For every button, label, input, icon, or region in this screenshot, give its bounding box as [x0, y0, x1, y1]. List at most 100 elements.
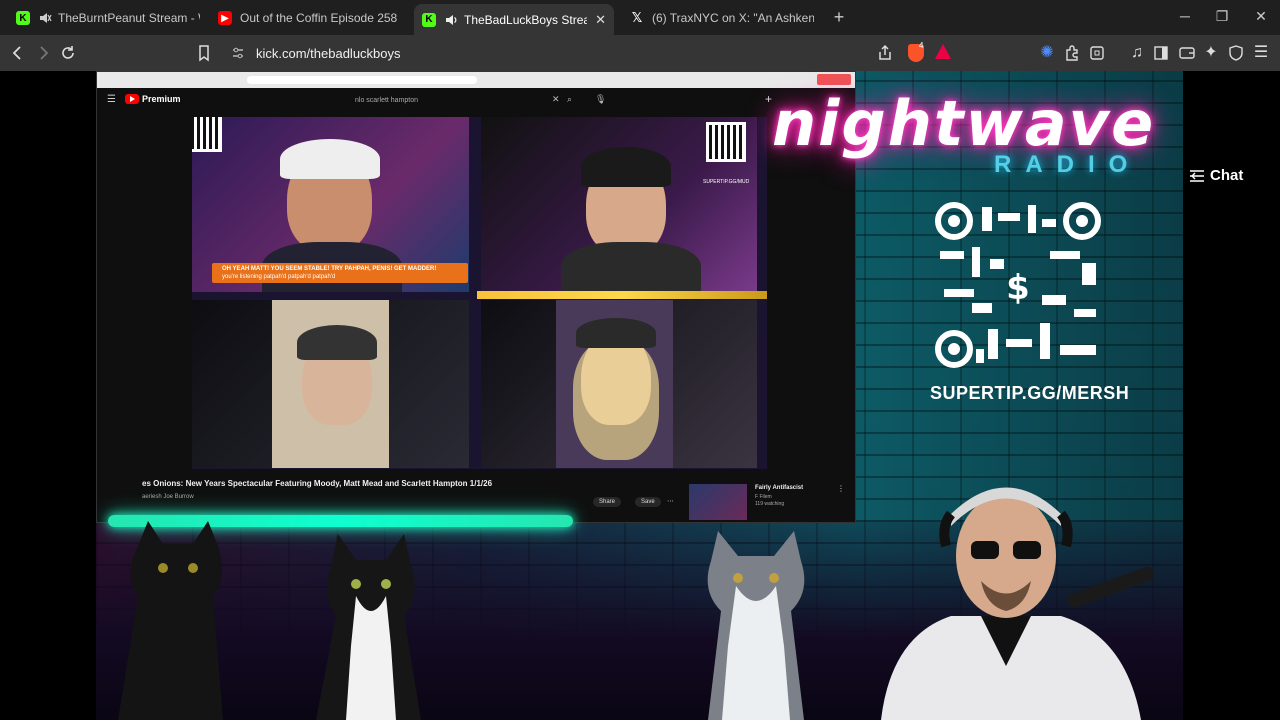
tab-title: TheBadLuckBoys Stream - Wa	[464, 12, 588, 27]
tab-traxnyc[interactable]: 𝕏 (6) TraxNYC on X: "An Ashkenazi less	[622, 4, 822, 32]
forward-button[interactable]	[34, 44, 52, 62]
share-button[interactable]	[876, 44, 894, 62]
recommended-thumbnail	[689, 484, 747, 520]
youtube-channel-name: aeriesh Joe Burrow	[142, 494, 194, 500]
tuxedo-cat	[316, 534, 421, 720]
address-bar[interactable]: kick.com/thebadluckboys	[222, 40, 960, 66]
minimize-button[interactable]: ─	[1175, 8, 1195, 24]
recommended-channel: F Filem	[755, 494, 772, 500]
chat-label: Chat	[1210, 167, 1244, 184]
white-cap	[280, 139, 380, 179]
nightwave-neon-title: nightwave	[772, 87, 1156, 160]
embedded-browser-chrome	[97, 72, 855, 88]
vpn-icon[interactable]: ✺	[1038, 44, 1056, 62]
supertip-url: SUPERTIP.GG/MERSH	[930, 383, 1130, 403]
tab-strip: K TheBurntPeanut Stream - Watch L ▶ Out …	[0, 0, 1280, 35]
kick-icon: K	[16, 11, 30, 25]
svg-text:$: $	[1006, 268, 1030, 308]
youtube-icon: ▶	[218, 11, 232, 25]
youtube-header: ☰ Premium nlo scarlett hampton ✕ ⌕ 🎙 +	[97, 88, 855, 114]
guest-panel-3	[192, 300, 469, 468]
dark-cap	[297, 325, 377, 360]
shields-count-badge: 4	[919, 41, 924, 50]
blonde-hair	[573, 340, 659, 460]
media-controls-icon[interactable]: ♫	[1128, 44, 1146, 62]
site-info-icon[interactable]	[230, 45, 246, 61]
qr-caption: SUPERTIP.GG/MUD	[703, 179, 750, 185]
mic-icon: 🎙	[595, 94, 607, 104]
wallet-card-icon[interactable]	[1178, 44, 1196, 62]
alert-subtext: you're listening patpah'd patpah'd patpa…	[222, 274, 336, 280]
more-icon: ⋯	[667, 498, 674, 505]
youtube-save-button: Save	[635, 497, 661, 507]
kick-icon: K	[422, 12, 436, 27]
embedded-youtube-window: ☰ Premium nlo scarlett hampton ✕ ⌕ 🎙 + O…	[96, 71, 856, 523]
clear-search-icon: ✕	[552, 94, 560, 104]
reload-icon	[62, 46, 74, 59]
guest-shirt	[561, 242, 701, 292]
guest-panel-2: SUPERTIP.GG/MUD	[481, 117, 757, 292]
guest-panel-1: OH YEAH MATT! YOU SEEM STABLE! TRY PAHPA…	[192, 117, 469, 292]
extensions-icon[interactable]	[1063, 44, 1081, 62]
hamburger-menu-icon: ☰	[107, 94, 116, 105]
bookmark-icon	[199, 45, 209, 62]
bookmark-button[interactable]	[195, 44, 213, 62]
back-button[interactable]	[9, 44, 27, 62]
restore-button[interactable]: ❐	[1212, 8, 1232, 25]
host-streamer	[881, 487, 1154, 720]
speaker-icon[interactable]	[444, 13, 458, 27]
recommended-video: Fairly Antifascist F Filem 119 watching …	[689, 484, 845, 522]
recommended-viewers: 119 watching	[755, 501, 785, 507]
gold-divider	[477, 291, 767, 299]
dark-cap	[576, 318, 656, 348]
black-cat	[118, 521, 223, 720]
tab-title: TheBurntPeanut Stream - Watch L	[58, 11, 200, 25]
forward-arrow-icon	[40, 46, 49, 60]
radio-neon-subtitle: RADIO	[994, 151, 1142, 178]
sidebar-icon[interactable]	[1152, 44, 1170, 62]
guest-panel-4	[481, 300, 757, 468]
tab-theburntpeanut[interactable]: K TheBurntPeanut Stream - Watch L	[8, 4, 208, 32]
embedded-address-bar	[247, 76, 477, 84]
x-icon: 𝕏	[631, 10, 643, 25]
youtube-play-icon	[125, 94, 139, 104]
share-icon	[879, 44, 891, 60]
chat-toggle-button[interactable]: Chat	[1190, 167, 1243, 184]
supertip-qr-code-icon: $	[935, 202, 1101, 368]
browser-toolbar: kick.com/thebadluckboys 4 ✺ ♫ ✦ ☰	[0, 35, 1280, 71]
url-text[interactable]: kick.com/thebadluckboys	[256, 46, 401, 61]
youtube-premium-logo: Premium	[125, 94, 181, 104]
close-window-button[interactable]: ✕	[1251, 8, 1271, 25]
youtube-video-title: es Onions: New Years Spectacular Featuri…	[142, 479, 493, 488]
wallet-icon[interactable]	[1088, 44, 1106, 62]
shield-icon[interactable]	[1227, 44, 1245, 62]
logo-text: Premium	[142, 94, 181, 104]
tab-thebadluckboys[interactable]: K TheBadLuckBoys Stream - Wa ✕	[414, 4, 614, 35]
recommended-title: Fairly Antifascist	[755, 485, 804, 491]
video-call-grid: OH YEAH MATT! YOU SEEM STABLE! TRY PAHPA…	[192, 117, 767, 469]
tab-title: Out of the Coffin Episode 258 Jan 2n	[240, 11, 398, 25]
reload-button[interactable]	[59, 44, 77, 62]
create-icon: +	[765, 92, 773, 106]
alert-text: OH YEAH MATT! YOU SEEM STABLE! TRY PAHPA…	[222, 266, 437, 272]
tab-out-of-the-coffin[interactable]: ▶ Out of the Coffin Episode 258 Jan 2n	[210, 4, 406, 32]
stream-video-player[interactable]: ☰ Premium nlo scarlett hampton ✕ ⌕ 🎙 + O…	[96, 71, 1183, 720]
close-tab-icon[interactable]: ✕	[595, 12, 606, 28]
youtube-share-button: Share	[593, 497, 622, 507]
kick-stream-page: ☰ Premium nlo scarlett hampton ✕ ⌕ 🎙 + O…	[0, 71, 1280, 720]
headphones	[581, 147, 671, 187]
muted-speaker-icon[interactable]	[38, 11, 52, 25]
chat-expand-icon	[1190, 169, 1204, 182]
search-icon: ⌕	[567, 94, 573, 104]
brave-rewards-icon[interactable]	[935, 44, 951, 59]
leo-ai-icon[interactable]: ✦	[1202, 44, 1220, 62]
embedded-close-button	[817, 74, 851, 85]
back-arrow-icon	[12, 46, 21, 60]
youtube-search-input: nlo scarlett hampton	[355, 97, 419, 104]
gray-white-cat	[707, 531, 805, 720]
tab-title: (6) TraxNYC on X: "An Ashkenazi less	[652, 11, 814, 25]
menu-icon[interactable]: ☰	[1252, 44, 1270, 62]
qr-code-icon	[706, 122, 746, 162]
qr-code-icon	[192, 117, 222, 152]
new-tab-button[interactable]: +	[830, 8, 848, 26]
